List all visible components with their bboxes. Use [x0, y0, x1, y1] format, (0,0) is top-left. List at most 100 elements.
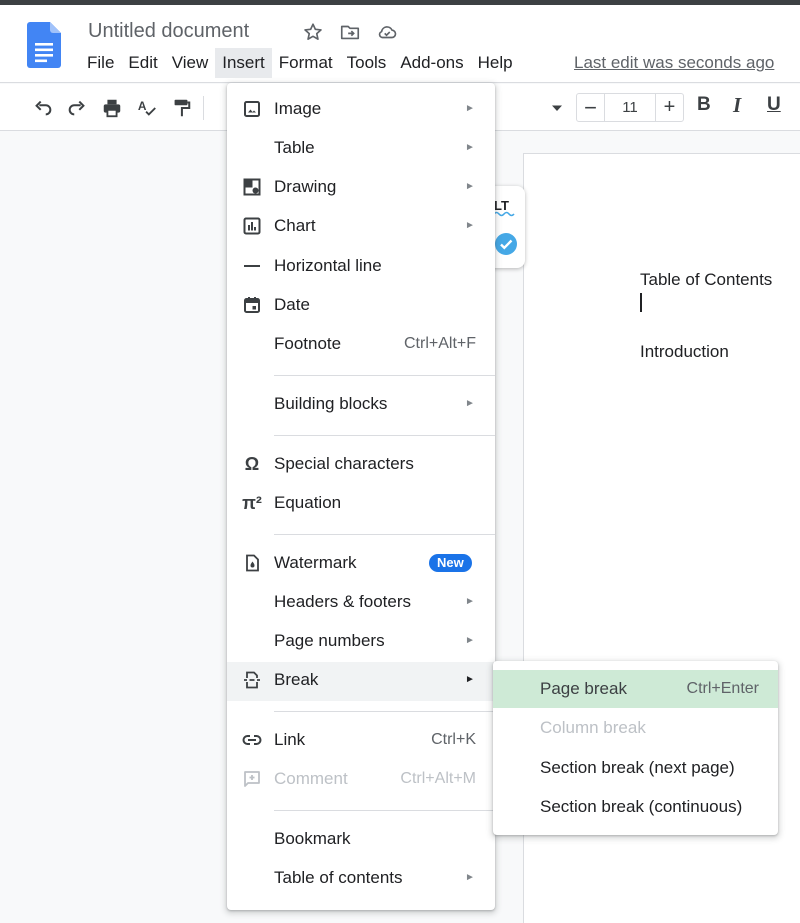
star-icon[interactable]	[300, 19, 326, 45]
menu-divider	[274, 375, 495, 376]
menu-tools[interactable]: Tools	[340, 48, 394, 78]
italic-button[interactable]: I	[733, 93, 741, 118]
menu-item-page-numbers[interactable]: Page numbers ►	[227, 623, 495, 659]
insert-menu: Image ► Table ► Drawing ► Chart ► Horizo…	[227, 83, 495, 910]
menu-item-date[interactable]: Date	[227, 287, 495, 323]
menu-edit[interactable]: Edit	[121, 48, 164, 78]
menu-item-footnote[interactable]: Footnote Ctrl+Alt+F	[227, 326, 495, 362]
menu-view[interactable]: View	[165, 48, 216, 78]
title-actions	[300, 19, 400, 45]
redo-icon[interactable]	[65, 96, 89, 120]
menu-item-label: Building blocks	[274, 394, 388, 413]
menu-item-building-blocks[interactable]: Building blocks ►	[227, 386, 495, 422]
menu-item-headers-footers[interactable]: Headers & footers ►	[227, 584, 495, 620]
menu-item-bookmark[interactable]: Bookmark	[227, 821, 495, 857]
menu-item-table-of-contents[interactable]: Table of contents ►	[227, 860, 495, 896]
check-badge-icon[interactable]	[494, 232, 518, 256]
menu-item-special-characters[interactable]: Ω Special characters	[227, 446, 495, 482]
submenu-arrow-icon: ►	[465, 674, 475, 685]
menu-item-comment[interactable]: Comment Ctrl+Alt+M	[227, 761, 495, 797]
document-line-introduction[interactable]: Introduction	[640, 342, 729, 362]
menu-item-image[interactable]: Image ►	[227, 91, 495, 127]
menu-item-label: Comment	[274, 769, 348, 788]
cloud-saved-icon[interactable]	[374, 19, 400, 45]
omega-icon: Ω	[244, 453, 260, 474]
submenu-arrow-icon: ►	[465, 142, 475, 153]
menu-item-label: Equation	[274, 493, 342, 512]
spellcheck-icon[interactable]: A	[135, 96, 159, 120]
menu-item-table[interactable]: Table ►	[227, 130, 495, 166]
menu-divider	[274, 711, 495, 712]
print-icon[interactable]	[100, 96, 124, 120]
chart-icon	[242, 216, 262, 236]
underline-button[interactable]: U	[767, 94, 781, 116]
submenu-item-label: Section break (continuous)	[540, 797, 743, 816]
menu-item-label: Horizontal line	[274, 256, 382, 275]
svg-text:LT: LT	[494, 198, 509, 213]
menu-item-link[interactable]: Link Ctrl+K	[227, 722, 495, 758]
docs-header: Untitled document File Edit View Insert …	[0, 5, 800, 83]
document-line-toc[interactable]: Table of Contents	[640, 270, 772, 290]
menu-item-shortcut: Ctrl+K	[431, 731, 476, 748]
undo-icon[interactable]	[31, 96, 55, 120]
watermark-icon	[242, 553, 262, 573]
languagetool-logo-icon[interactable]: LT	[492, 195, 522, 219]
submenu-arrow-icon: ►	[465, 103, 475, 114]
image-icon	[242, 99, 262, 119]
font-size-stepper: − 11 +	[576, 93, 684, 122]
comment-icon	[242, 769, 262, 789]
text-cursor	[640, 293, 642, 312]
paint-format-icon[interactable]	[169, 96, 193, 120]
submenu-item-shortcut: Ctrl+Enter	[686, 680, 759, 697]
submenu-arrow-icon: ►	[465, 596, 475, 607]
menu-help[interactable]: Help	[471, 48, 520, 78]
submenu-item-page-break[interactable]: Page break Ctrl+Enter	[493, 670, 778, 708]
menu-bar: File Edit View Insert Format Tools Add-o…	[80, 48, 520, 78]
menu-item-label: Headers & footers	[274, 592, 412, 611]
submenu-arrow-icon: ►	[465, 220, 475, 231]
svg-text:A: A	[138, 99, 147, 113]
menu-item-label: Chart	[274, 216, 316, 235]
break-icon	[242, 670, 262, 690]
menu-item-watermark[interactable]: Watermark New	[227, 545, 495, 581]
menu-item-label: Break	[274, 670, 319, 689]
menu-item-drawing[interactable]: Drawing ►	[227, 169, 495, 205]
menu-item-label: Drawing	[274, 177, 337, 196]
horizontal-line-icon	[242, 256, 262, 276]
break-submenu: Page break Ctrl+Enter Column break Secti…	[493, 661, 778, 835]
submenu-item-column-break[interactable]: Column break	[493, 709, 778, 747]
menu-item-shortcut: Ctrl+Alt+M	[400, 770, 476, 787]
submenu-arrow-icon: ►	[465, 872, 475, 883]
bold-button[interactable]: B	[697, 94, 711, 116]
menu-item-label: Date	[274, 295, 310, 314]
menu-item-label: Bookmark	[274, 829, 351, 848]
menu-add-ons[interactable]: Add-ons	[393, 48, 470, 78]
menu-file[interactable]: File	[80, 48, 121, 78]
document-title[interactable]: Untitled document	[88, 20, 249, 43]
submenu-item-section-break-next-page[interactable]: Section break (next page)	[493, 749, 778, 787]
submenu-item-label: Section break (next page)	[540, 758, 735, 777]
menu-insert[interactable]: Insert	[215, 48, 272, 78]
pi-icon: π²	[242, 492, 262, 513]
submenu-arrow-icon: ►	[465, 635, 475, 646]
menu-format[interactable]: Format	[272, 48, 340, 78]
menu-item-label: Image	[274, 99, 322, 118]
last-edit-link[interactable]: Last edit was seconds ago	[574, 53, 774, 73]
menu-item-equation[interactable]: π² Equation	[227, 485, 495, 521]
submenu-arrow-icon: ►	[465, 181, 475, 192]
font-dropdown-arrow-icon[interactable]	[545, 96, 569, 120]
menu-item-label: Table	[274, 138, 315, 157]
font-size-input[interactable]: 11	[605, 94, 655, 121]
decrease-font-size-button[interactable]: −	[577, 94, 605, 121]
submenu-item-label: Page break	[540, 679, 627, 698]
google-docs-logo-icon[interactable]	[27, 22, 61, 68]
menu-item-horizontal-line[interactable]: Horizontal line	[227, 248, 495, 284]
new-badge: New	[429, 554, 472, 572]
move-to-folder-icon[interactable]	[337, 19, 363, 45]
menu-item-chart[interactable]: Chart ►	[227, 208, 495, 244]
submenu-item-section-break-continuous[interactable]: Section break (continuous)	[493, 788, 778, 826]
menu-divider	[274, 534, 495, 535]
toolbar-divider	[203, 96, 204, 120]
menu-item-break[interactable]: Break ►	[227, 662, 495, 701]
increase-font-size-button[interactable]: +	[655, 94, 683, 121]
